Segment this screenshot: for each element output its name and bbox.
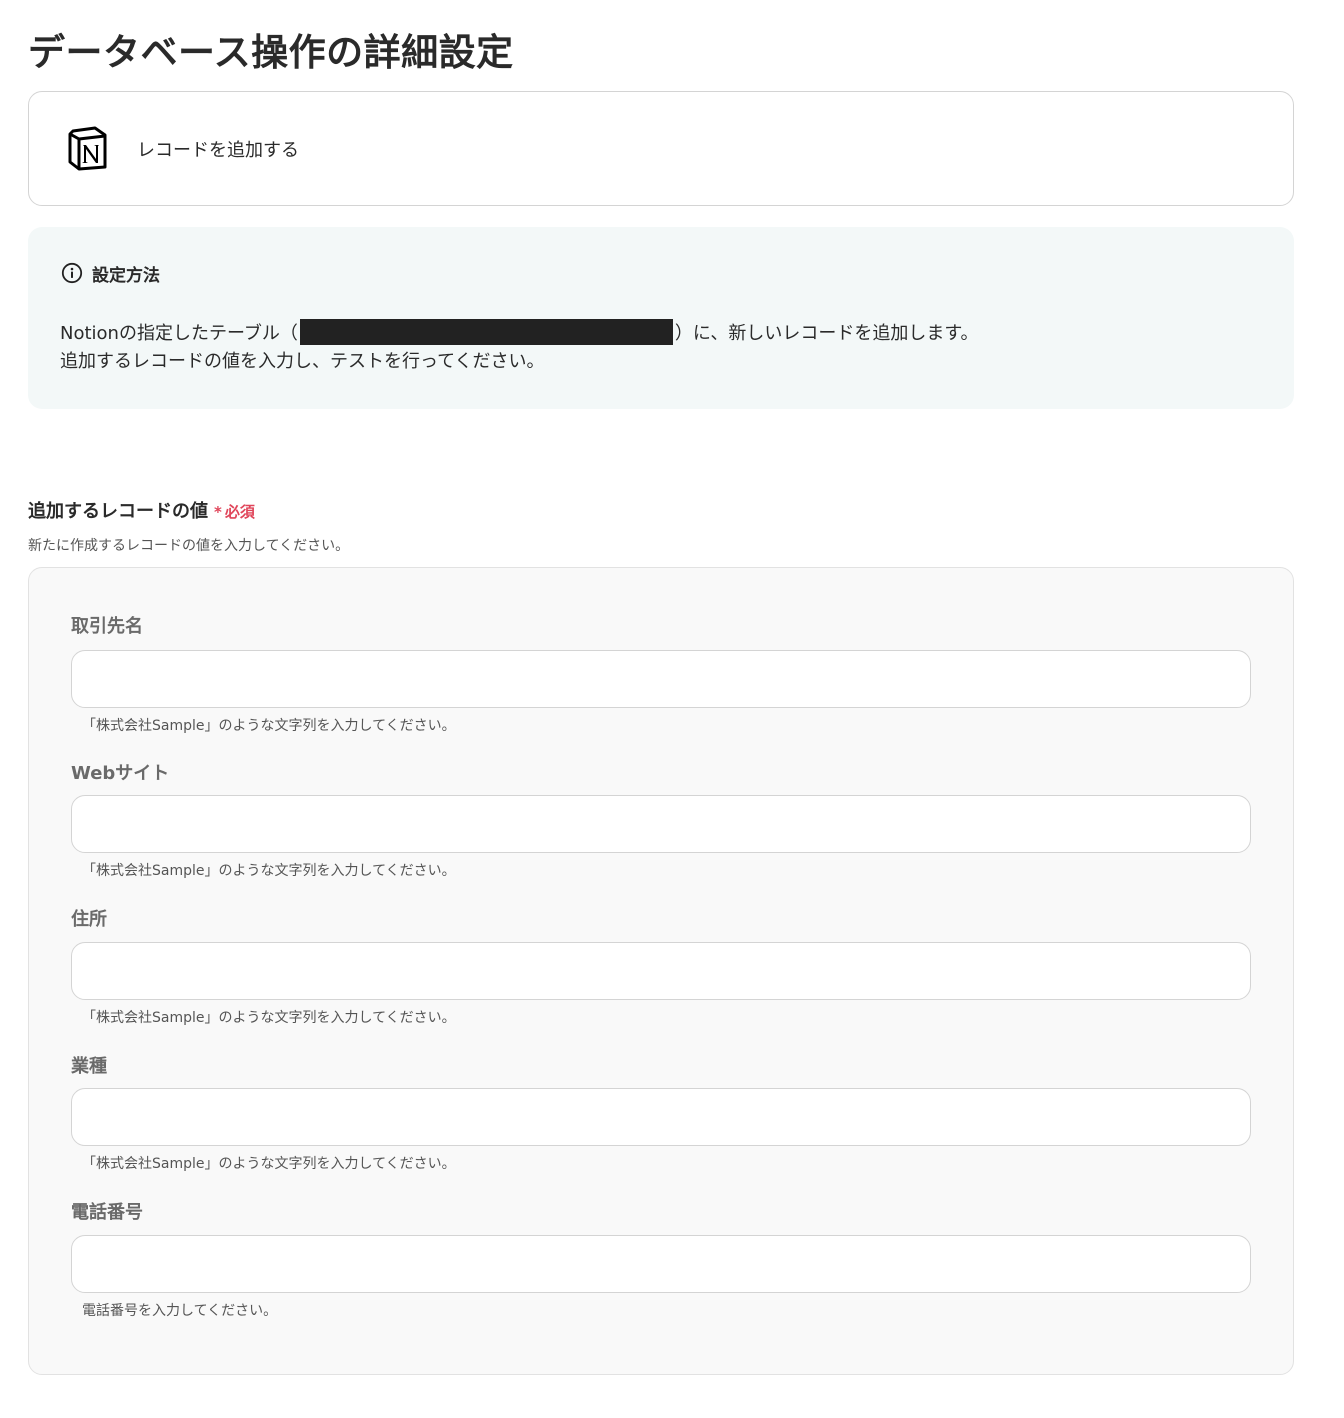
field-hint: 「株式会社Sample」のような文字列を入力してください。: [82, 1010, 456, 1026]
section-description: 新たに作成するレコードの値を入力してください。: [28, 538, 350, 554]
field-label: 電話番号: [71, 1202, 143, 1223]
redacted-table-name: [299, 319, 673, 345]
info-text-line-2: 追加するレコードの値を入力し、テストを行ってください。: [60, 351, 545, 372]
field-hint: 「株式会社Sample」のような文字列を入力してください。: [82, 1156, 456, 1172]
info-header: 設定方法: [61, 260, 160, 286]
industry-input[interactable]: [71, 1088, 1251, 1146]
action-card[interactable]: レコードを追加する: [28, 91, 1294, 206]
info-text-before: Notionの指定したテーブル（: [60, 323, 298, 344]
website-input[interactable]: [71, 795, 1251, 853]
required-asterisk: *: [214, 503, 222, 521]
notion-logo-icon: [68, 126, 107, 171]
section-title: 追加するレコードの値 * 必須: [28, 497, 255, 523]
page-title: データベース操作の詳細設定: [28, 31, 514, 74]
phone-number-input[interactable]: [71, 1235, 1251, 1293]
field-label: Webサイト: [71, 763, 170, 784]
field-label: 業種: [71, 1056, 107, 1077]
info-text-after: ）に、新しいレコードを追加します。: [674, 323, 979, 344]
info-title: 設定方法: [92, 265, 160, 286]
info-text-line-1: Notionの指定したテーブル（ ）に、新しいレコードを追加します。: [60, 319, 979, 347]
action-label: レコードを追加する: [137, 140, 299, 161]
field-hint: 「株式会社Sample」のような文字列を入力してください。: [82, 718, 456, 734]
field-label: 住所: [71, 909, 107, 930]
field-hint: 電話番号を入力してください。: [82, 1303, 278, 1319]
required-label: 必須: [224, 503, 255, 521]
field-label: 取引先名: [71, 616, 143, 637]
info-circle-icon: [61, 262, 83, 284]
field-hint: 「株式会社Sample」のような文字列を入力してください。: [82, 863, 456, 879]
info-box: 設定方法 Notionの指定したテーブル（ ）に、新しいレコードを追加します。 追…: [28, 227, 1294, 409]
section-title-text: 追加するレコードの値: [28, 501, 208, 522]
fields-panel: 取引先名 「株式会社Sample」のような文字列を入力してください。 Webサイ…: [28, 567, 1294, 1375]
address-input[interactable]: [71, 942, 1251, 1000]
company-name-input[interactable]: [71, 650, 1251, 708]
